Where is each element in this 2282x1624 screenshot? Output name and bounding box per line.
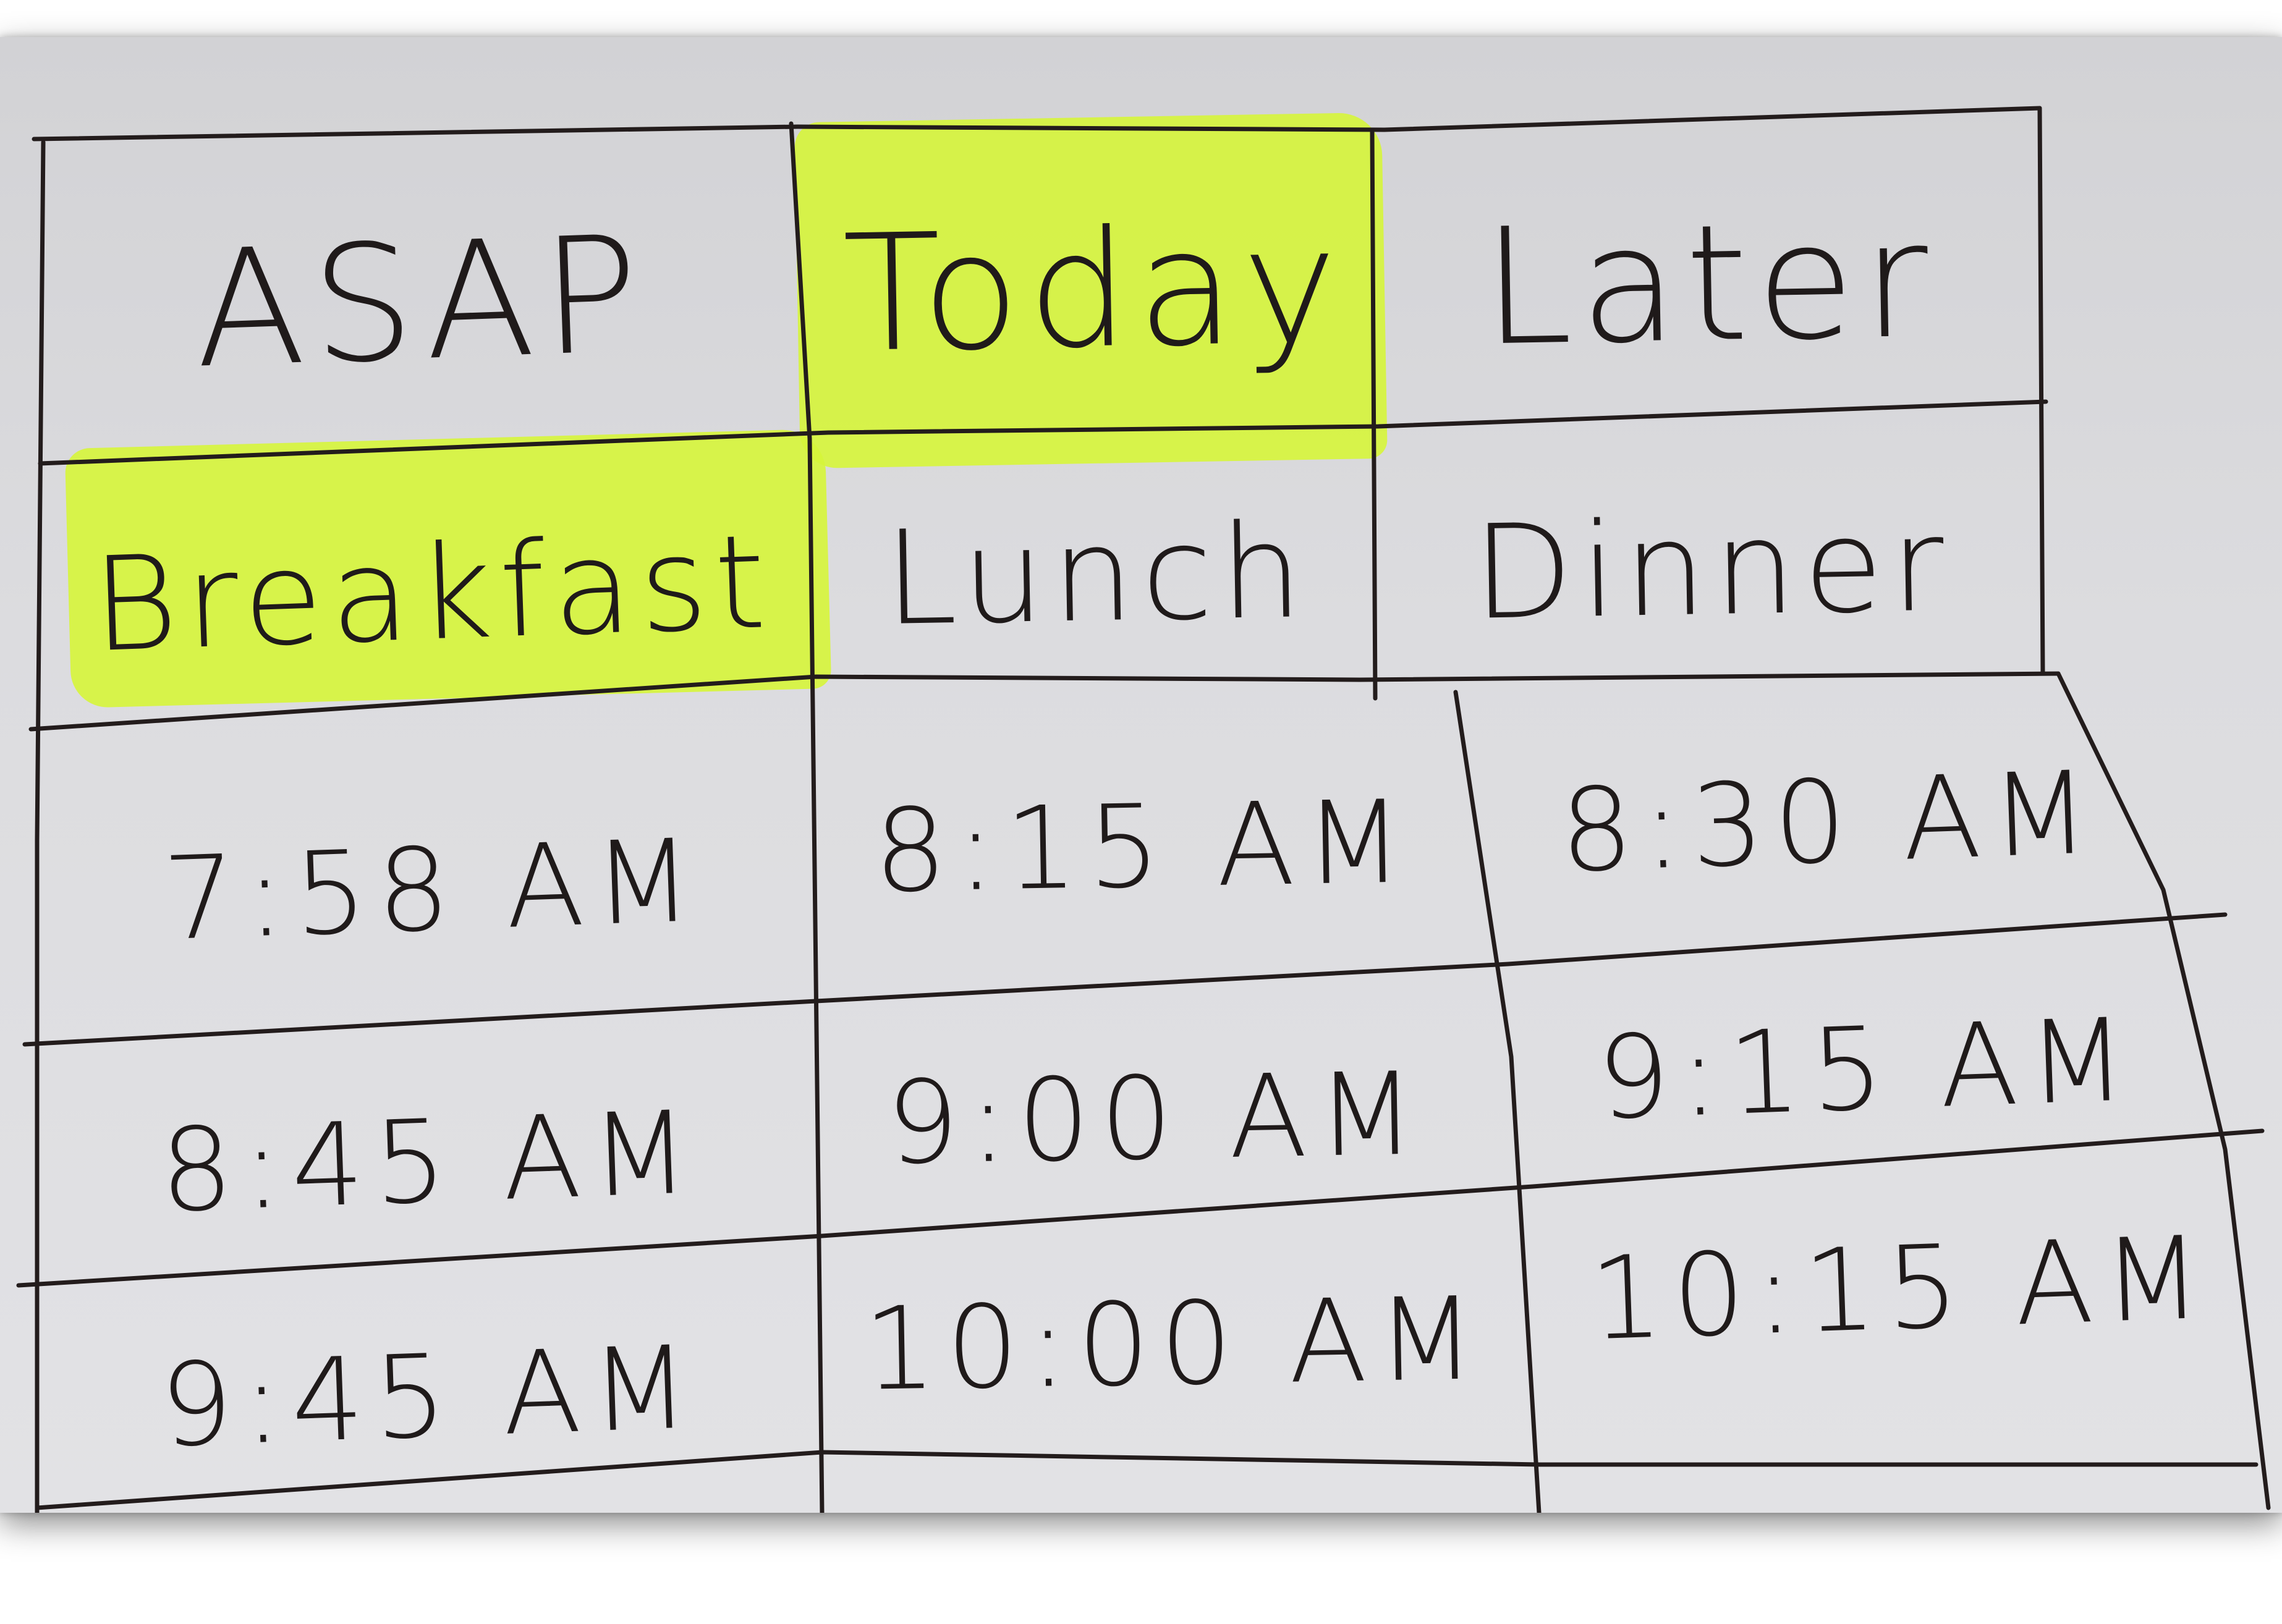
sketch-photo: ASAP Today Later Breakfast Lunch Dinner … (0, 37, 2282, 1513)
time-slot[interactable]: 10:15 AM (1542, 1174, 2260, 1403)
time-slot-label: 9:15 AM (1595, 992, 2139, 1146)
tab-later-label: Later (1480, 187, 1938, 382)
time-slot[interactable]: 8:15 AM (826, 724, 1461, 970)
time-slot-label: 7:58 AM (161, 813, 705, 966)
time-slot-label: 8:45 AM (158, 1085, 702, 1238)
tab-asap-label: ASAP (191, 201, 650, 404)
meal-dinner[interactable]: Dinner (1389, 458, 2035, 679)
time-slot[interactable]: 9:00 AM (826, 1002, 1485, 1235)
time-slot-label: 8:30 AM (1558, 745, 2102, 899)
meal-breakfast[interactable]: Breakfast (64, 470, 801, 717)
time-slot[interactable]: 9:45 AM (46, 1285, 813, 1509)
meal-lunch[interactable]: Lunch (826, 465, 1368, 684)
time-slot[interactable]: 8:45 AM (46, 1038, 813, 1287)
tab-later[interactable]: Later (1388, 149, 2029, 420)
time-slot-label: 8:15 AM (872, 775, 1415, 918)
tab-asap[interactable]: ASAP (64, 161, 777, 445)
time-slot-label: 9:00 AM (884, 1047, 1427, 1190)
meal-lunch-label: Lunch (883, 495, 1312, 654)
tab-today[interactable]: Today (813, 156, 1374, 425)
time-slot-label: 10:15 AM (1587, 1211, 2214, 1366)
time-slot[interactable]: 9:15 AM (1517, 952, 2216, 1186)
time-slot[interactable]: 8:30 AM (1492, 693, 2168, 950)
meal-breakfast-label: Breakfast (90, 505, 776, 681)
time-slot-label: 9:45 AM (158, 1320, 702, 1473)
time-slot-label: 10:00 AM (862, 1272, 1487, 1416)
time-slot[interactable]: 7:58 AM (51, 753, 813, 1026)
tab-today-label: Today (841, 192, 1347, 389)
meal-dinner-label: Dinner (1472, 488, 1953, 649)
time-slot[interactable]: 10:00 AM (826, 1236, 1522, 1452)
